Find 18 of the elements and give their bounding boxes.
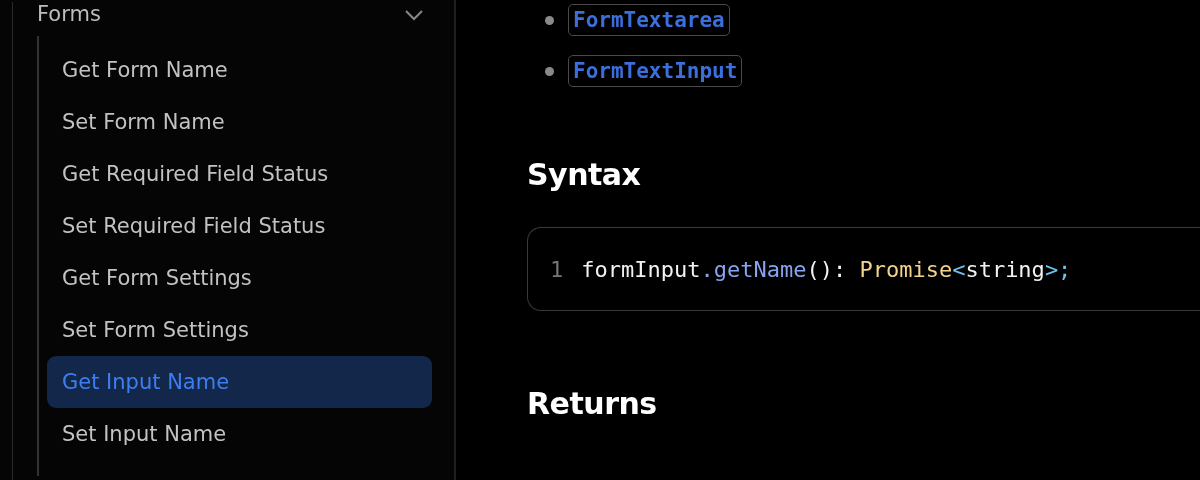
sidebar-link[interactable]: Get Form Settings <box>47 252 432 304</box>
line-number: 1 <box>550 255 564 284</box>
sidebar-link[interactable]: Set Required Field Status <box>47 200 432 252</box>
bullet-icon <box>545 15 554 25</box>
code-link[interactable]: FormTextInput <box>568 55 743 87</box>
sidebar-link[interactable]: Get Form Name <box>47 44 432 96</box>
bullet-icon <box>545 66 554 76</box>
nav-group-label[interactable]: Forms <box>37 0 101 31</box>
chevron-icon[interactable] <box>404 9 424 21</box>
sidebar-link[interactable]: Get Input Name <box>47 356 432 408</box>
section-heading: Returns <box>527 385 658 423</box>
code-line: formInput.getName(): Promise<string>; <box>581 255 1072 284</box>
code-link[interactable]: FormTextarea <box>568 4 730 36</box>
sidebar-link[interactable]: Set Form Name <box>47 96 432 148</box>
sidebar-link[interactable]: Set Input Name <box>47 408 432 460</box>
section-heading: Syntax <box>527 156 642 194</box>
sidebar-link[interactable]: Get Required Field Status <box>47 148 432 200</box>
sidebar-link[interactable]: Set Form Settings <box>47 304 432 356</box>
